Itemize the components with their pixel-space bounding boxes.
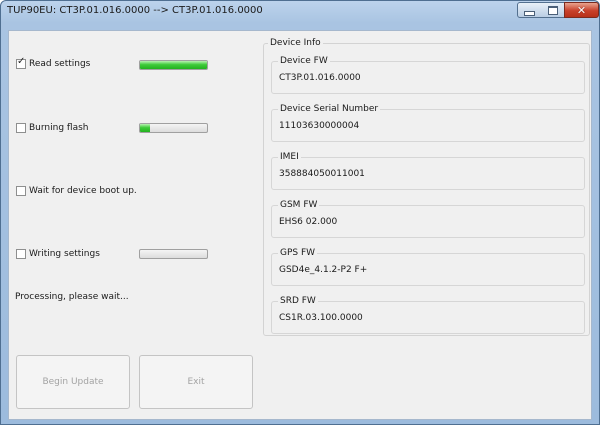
exit-button[interactable]: Exit — [139, 355, 253, 409]
writing-settings-progress-bar — [139, 249, 208, 259]
gps-fw-label: GPS FW — [278, 248, 318, 258]
minimize-button[interactable] — [517, 2, 542, 18]
title-bar[interactable]: TUP90EU: CT3P.01.016.0000 --> CT3P.01.01… — [1, 1, 599, 23]
burning-flash-progress-bar — [139, 123, 208, 133]
imei-field: IMEI 358884050011001 — [271, 152, 585, 190]
gps-fw-field: GPS FW GSD4e_4.1.2-P2 F+ — [271, 248, 585, 286]
srd-fw-value: CS1R.03.100.0000 — [279, 313, 363, 323]
burning-flash-progress-fill — [140, 124, 151, 132]
wait-boot-label: Wait for device boot up. — [29, 186, 137, 196]
app-window: TUP90EU: CT3P.01.016.0000 --> CT3P.01.01… — [0, 0, 600, 425]
read-settings-progress-bar — [139, 60, 208, 70]
check-icon: ✓ — [17, 56, 26, 67]
serial-number-value: 11103630000004 — [279, 121, 360, 131]
device-fw-label: Device FW — [278, 56, 330, 66]
gsm-fw-value: EHS6 02.000 — [279, 217, 338, 227]
burning-flash-checkbox[interactable] — [16, 123, 26, 133]
device-info-title: Device Info — [268, 38, 323, 48]
step-burning-flash: Burning flash — [16, 123, 88, 133]
imei-value: 358884050011001 — [279, 169, 365, 179]
burning-flash-label: Burning flash — [29, 123, 89, 133]
step-writing-settings: Writing settings — [16, 249, 100, 259]
gsm-fw-label: GSM FW — [278, 200, 320, 210]
maximize-icon — [547, 5, 558, 15]
read-settings-checkbox[interactable]: ✓ — [16, 56, 26, 69]
gps-fw-value: GSD4e_4.1.2-P2 F+ — [279, 265, 368, 275]
close-icon: ✕ — [576, 3, 587, 17]
wait-boot-checkbox[interactable] — [16, 186, 26, 196]
imei-label: IMEI — [278, 152, 301, 162]
step-wait-boot: Wait for device boot up. — [16, 186, 137, 196]
srd-fw-field: SRD FW CS1R.03.100.0000 — [271, 296, 585, 334]
window-title: TUP90EU: CT3P.01.016.0000 --> CT3P.01.01… — [7, 5, 263, 16]
step-read-settings: ✓ Read settings — [16, 56, 91, 69]
read-settings-progress-fill — [140, 61, 207, 69]
maximize-button[interactable] — [541, 2, 565, 18]
begin-update-button[interactable]: Begin Update — [16, 355, 130, 409]
client-area: ✓ Read settings Burning flash Wait for d… — [8, 30, 592, 420]
minimize-icon — [524, 10, 535, 16]
srd-fw-label: SRD FW — [278, 296, 318, 306]
writing-settings-label: Writing settings — [29, 249, 100, 259]
status-text: Processing, please wait... — [15, 292, 129, 302]
writing-settings-checkbox[interactable] — [16, 249, 26, 259]
close-button[interactable]: ✕ — [564, 2, 599, 18]
gsm-fw-field: GSM FW EHS6 02.000 — [271, 200, 585, 238]
serial-number-label: Device Serial Number — [278, 104, 381, 114]
device-info-group: Device Info Device FW CT3P.01.016.0000 D… — [263, 38, 590, 336]
read-settings-label: Read settings — [29, 59, 91, 69]
device-fw-field: Device FW CT3P.01.016.0000 — [271, 56, 585, 94]
device-fw-value: CT3P.01.016.0000 — [279, 73, 361, 83]
serial-number-field: Device Serial Number 11103630000004 — [271, 104, 585, 142]
